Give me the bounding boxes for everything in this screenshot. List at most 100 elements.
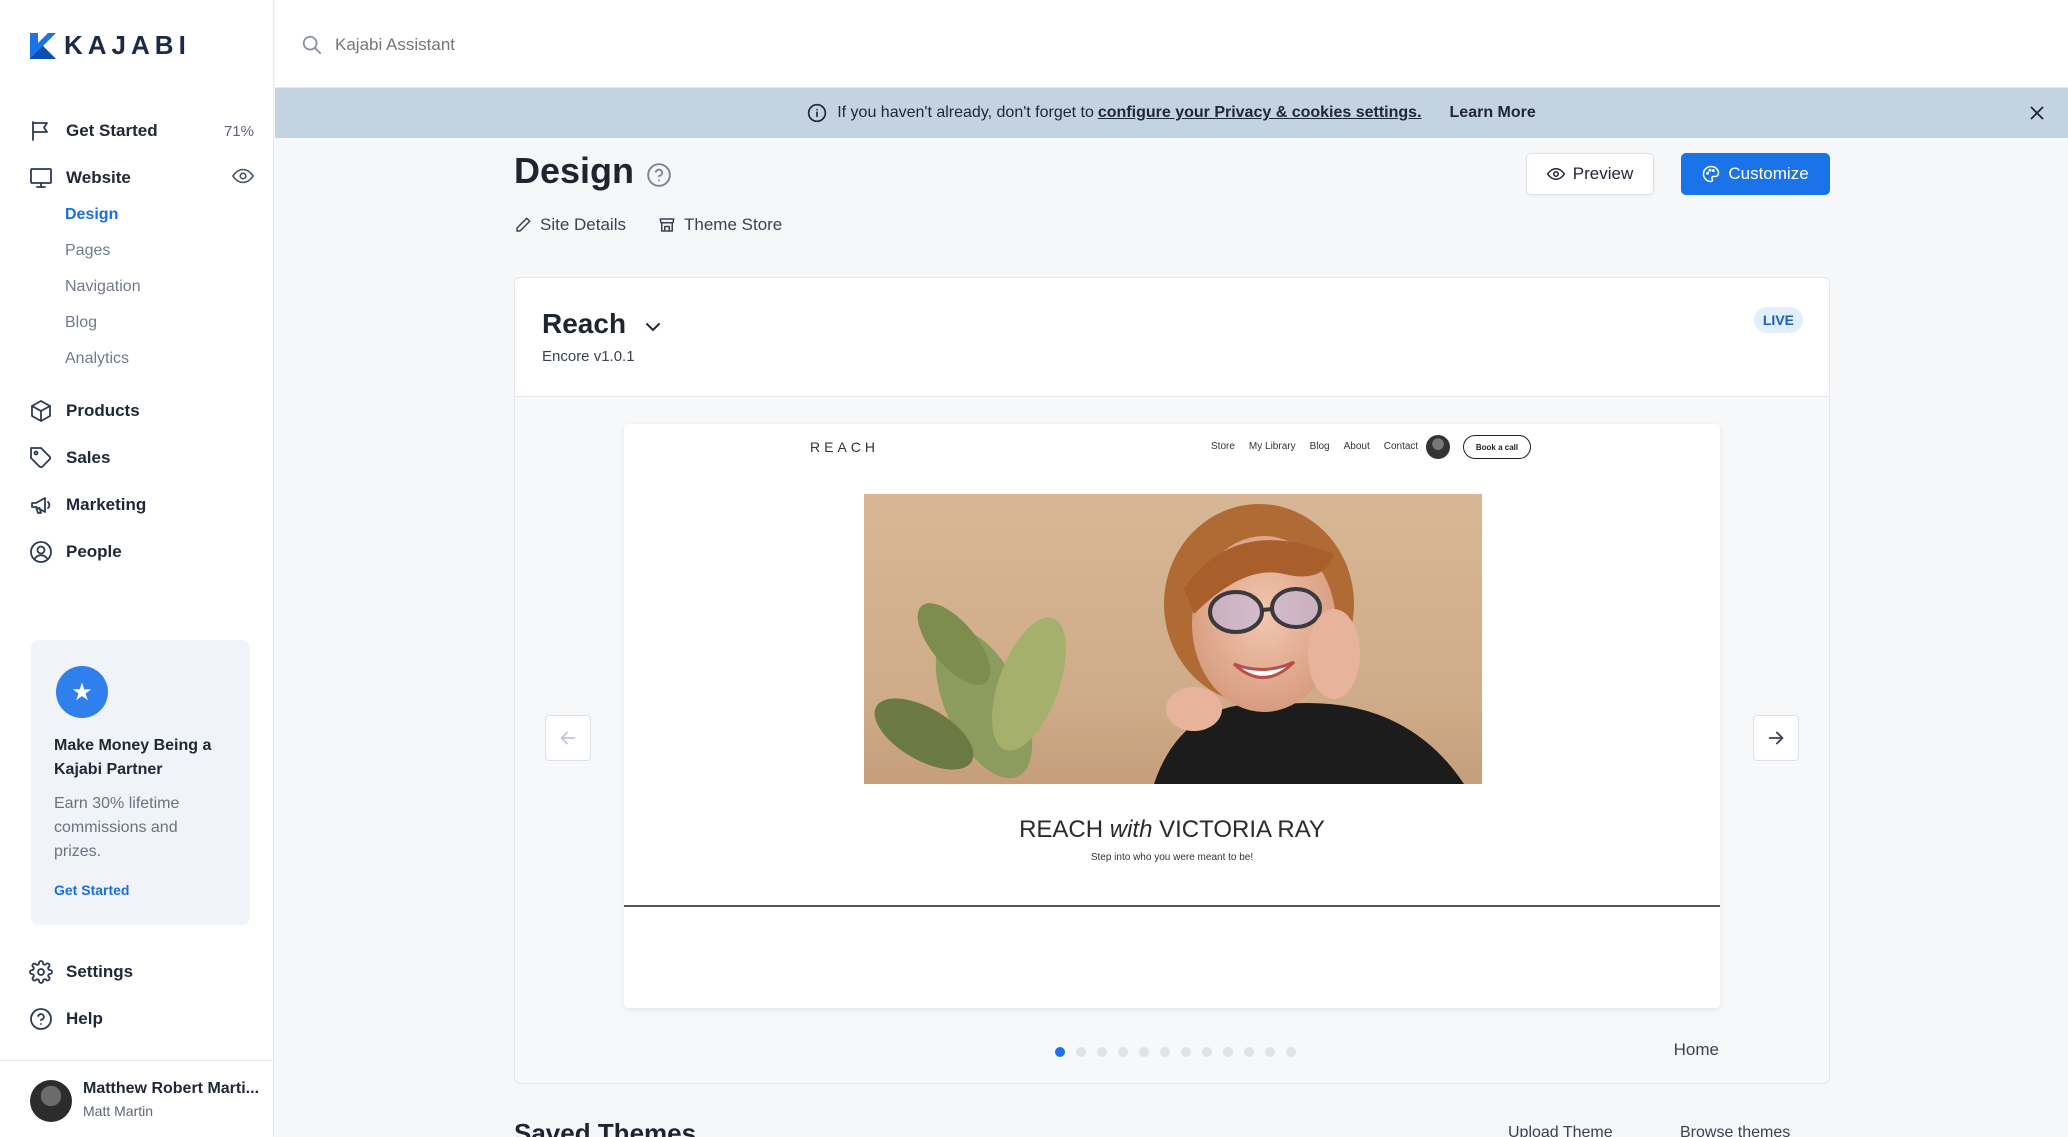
theme-name[interactable]: Reach: [542, 308, 626, 340]
carousel-dot[interactable]: [1202, 1047, 1212, 1057]
sidebar-item-settings[interactable]: Settings: [28, 954, 254, 990]
user-circle-icon: [28, 539, 54, 565]
theme-store-link[interactable]: Theme Store: [658, 215, 782, 235]
carousel-dot[interactable]: [1223, 1047, 1233, 1057]
sidebar-item-label: Settings: [66, 962, 134, 981]
carousel-dot[interactable]: [1076, 1047, 1086, 1057]
privacy-settings-link[interactable]: configure your Privacy & cookies setting…: [1098, 104, 1422, 122]
preview-nav-item: Contact: [1383, 441, 1419, 452]
preview-nav-item: My Library: [1248, 441, 1296, 452]
assistant-search-input[interactable]: [335, 28, 735, 62]
sidebar-subitem-navigation[interactable]: Navigation: [65, 278, 141, 296]
help-circle-icon[interactable]: [646, 162, 672, 188]
status-badge: LIVE: [1753, 307, 1803, 333]
sidebar: KAJABI Get Started 71% Website Design Pa…: [0, 0, 274, 1137]
sidebar-subitem-design[interactable]: Design: [65, 206, 118, 224]
preview-nav: Store My Library Blog About Contact: [1211, 441, 1418, 452]
carousel-dot[interactable]: [1055, 1047, 1065, 1057]
chevron-down-icon[interactable]: [641, 315, 665, 339]
sidebar-subitem-pages[interactable]: Pages: [65, 242, 110, 260]
help-circle-icon: [28, 1006, 54, 1032]
palette-icon: [1703, 165, 1720, 183]
carousel-dot[interactable]: [1118, 1047, 1128, 1057]
previous-slide-button[interactable]: [545, 715, 591, 761]
customize-button-label: Customize: [1728, 164, 1809, 183]
hero-image: [864, 494, 1482, 784]
divider: [0, 1060, 274, 1061]
sidebar-item-marketing[interactable]: Marketing: [28, 487, 254, 523]
current-theme-card: Reach Encore v1.0.1 LIVE REACH Store My …: [514, 277, 1830, 1084]
hero-photo: [874, 504, 1464, 784]
divider: [624, 905, 1720, 907]
info-icon: [808, 103, 827, 123]
avatar[interactable]: [30, 1080, 72, 1122]
partner-promo-card: ★ Make Money Being a Kajabi Partner Earn…: [31, 640, 250, 925]
carousel-dot[interactable]: [1181, 1047, 1191, 1057]
sidebar-item-sales[interactable]: Sales: [28, 440, 254, 476]
theme-version: Encore v1.0.1: [542, 348, 635, 365]
partner-description: Earn 30% lifetime commissions and prizes…: [54, 795, 180, 860]
preview-cta-button: Book a call: [1463, 435, 1531, 459]
theme-preview-carousel: REACH Store My Library Blog About Contac…: [515, 397, 1829, 1083]
site-details-label: Site Details: [540, 215, 626, 234]
sidebar-item-products[interactable]: Products: [28, 393, 254, 429]
sidebar-item-label: Marketing: [66, 495, 147, 514]
carousel-dot[interactable]: [1160, 1047, 1170, 1057]
box-icon: [28, 398, 54, 424]
preview-tagline: Step into who you were meant to be!: [1090, 852, 1254, 863]
sidebar-subitem-blog[interactable]: Blog: [65, 314, 97, 332]
preview-headline: REACH with VICTORIA RAY: [624, 816, 1720, 844]
tag-icon: [28, 445, 54, 471]
carousel-dot[interactable]: [1139, 1047, 1149, 1057]
pencil-icon: [516, 217, 531, 232]
browse-themes-button[interactable]: Browse themes: [1680, 1124, 1790, 1137]
preview-nav-item: Store: [1211, 441, 1235, 452]
carousel-dot[interactable]: [1265, 1047, 1275, 1057]
kajabi-logo[interactable]: KAJABI: [30, 30, 191, 61]
upload-theme-button[interactable]: Upload Theme: [1508, 1124, 1613, 1137]
partner-title: Make Money Being a Kajabi Partner: [54, 737, 212, 778]
arrow-right-icon: [1768, 731, 1784, 745]
site-details-link[interactable]: Site Details: [514, 215, 626, 235]
theme-store-label: Theme Store: [684, 215, 783, 234]
preview-nav-item: Blog: [1309, 441, 1330, 452]
carousel-dot[interactable]: [1244, 1047, 1254, 1057]
carousel-dot[interactable]: [1286, 1047, 1296, 1057]
privacy-banner: If you haven't already, don't forget to …: [275, 88, 2068, 138]
sidebar-item-help[interactable]: Help: [28, 1001, 254, 1037]
sidebar-item-get-started[interactable]: Get Started 71%: [28, 113, 254, 149]
sidebar-item-label: Sales: [66, 448, 111, 467]
eye-icon: [1546, 167, 1565, 181]
carousel-dot[interactable]: [1097, 1047, 1107, 1057]
sidebar-item-label: Products: [66, 401, 140, 420]
preview-nav-item: About: [1343, 441, 1370, 452]
partner-get-started-link[interactable]: Get Started: [54, 882, 129, 898]
user-name[interactable]: Matthew Robert Marti...: [83, 1080, 259, 1098]
sidebar-item-website[interactable]: Website: [28, 160, 255, 196]
learn-more-link[interactable]: Learn More: [1450, 104, 1536, 122]
close-icon[interactable]: [2026, 102, 2048, 124]
sidebar-subitem-analytics[interactable]: Analytics: [65, 350, 129, 368]
sidebar-item-label: Get Started: [66, 121, 158, 140]
arrow-left-icon: [560, 731, 576, 745]
saved-themes-heading: Saved Themes: [514, 1118, 697, 1137]
site-preview-frame[interactable]: REACH Store My Library Blog About Contac…: [624, 424, 1720, 1008]
page-title: Design: [514, 150, 635, 191]
preview-avatar: [1426, 435, 1450, 459]
customize-button[interactable]: Customize: [1681, 153, 1830, 195]
preview-page-label: Home: [1673, 1040, 1719, 1059]
sidebar-item-label: People: [66, 542, 122, 561]
preview-button[interactable]: Preview: [1526, 153, 1654, 195]
sidebar-item-label: Help: [66, 1009, 103, 1028]
next-slide-button[interactable]: [1753, 715, 1799, 761]
megaphone-icon: [28, 492, 54, 518]
star-icon: ★: [56, 666, 108, 718]
progress-percent: 71%: [223, 122, 254, 140]
eye-icon[interactable]: [231, 165, 255, 191]
user-handle: Matt Martin: [83, 1103, 154, 1119]
top-bar: [275, 0, 2068, 88]
brand-name: KAJABI: [64, 30, 191, 60]
banner-text: If you haven't already, don't forget to: [837, 104, 1094, 121]
monitor-icon: [28, 165, 54, 191]
sidebar-item-people[interactable]: People: [28, 534, 254, 570]
